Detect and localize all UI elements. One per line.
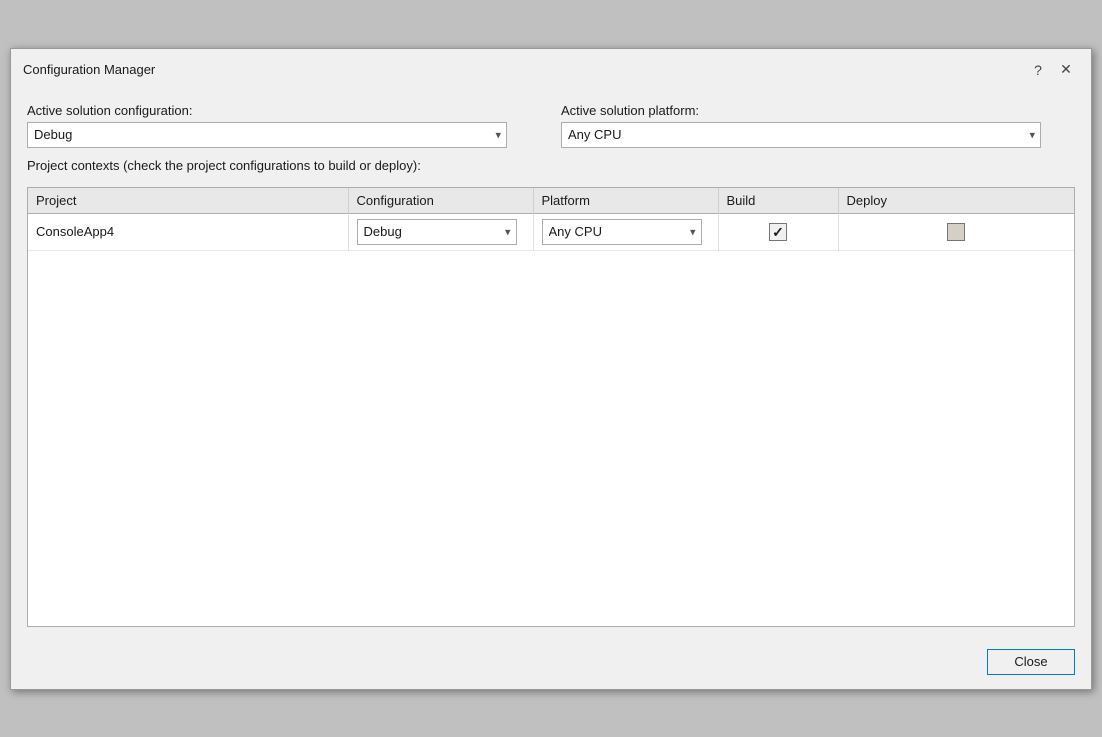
active-platform-group: Active solution platform: Any CPU x86 x6… xyxy=(561,103,1075,148)
project-table: Project Configuration Platform Build Dep xyxy=(28,188,1074,251)
build-checkbox-wrapper xyxy=(727,223,830,241)
header-deploy: Deploy xyxy=(838,188,1074,214)
table-body: ConsoleApp4 Debug Release xyxy=(28,213,1074,250)
header-project: Project xyxy=(28,188,348,214)
active-config-group: Active solution configuration: Debug Rel… xyxy=(27,103,541,148)
row-config-dropdown-wrapper: Debug Release xyxy=(357,219,517,245)
cell-platform: Any CPU x86 x64 xyxy=(533,213,718,250)
cell-build xyxy=(718,213,838,250)
cell-deploy xyxy=(838,213,1074,250)
header-configuration: Configuration xyxy=(348,188,533,214)
dialog-title: Configuration Manager xyxy=(23,62,155,77)
cell-project: ConsoleApp4 xyxy=(28,213,348,250)
top-section: Active solution configuration: Debug Rel… xyxy=(27,103,1075,148)
row-config-dropdown[interactable]: Debug Release xyxy=(357,219,517,245)
active-config-dropdown[interactable]: Debug Release xyxy=(27,122,507,148)
header-row: Project Configuration Platform Build Dep xyxy=(28,188,1074,214)
active-platform-dropdown[interactable]: Any CPU x86 x64 xyxy=(561,122,1041,148)
close-title-button[interactable]: ✕ xyxy=(1053,59,1079,81)
row-platform-dropdown-wrapper: Any CPU x86 x64 xyxy=(542,219,702,245)
active-platform-dropdown-wrapper: Any CPU x86 x64 xyxy=(561,122,1041,148)
help-button[interactable]: ? xyxy=(1025,59,1051,81)
header-build: Build xyxy=(718,188,838,214)
table-header: Project Configuration Platform Build Dep xyxy=(28,188,1074,214)
title-bar-controls: ? ✕ xyxy=(1025,59,1079,81)
table-row: ConsoleApp4 Debug Release xyxy=(28,213,1074,250)
table-container: Project Configuration Platform Build Dep xyxy=(27,187,1075,627)
active-config-dropdown-wrapper: Debug Release xyxy=(27,122,507,148)
close-button[interactable]: Close xyxy=(987,649,1075,675)
active-platform-label: Active solution platform: xyxy=(561,103,1075,118)
configuration-manager-dialog: Configuration Manager ? ✕ Active solutio… xyxy=(10,48,1092,690)
build-checkbox[interactable] xyxy=(769,223,787,241)
title-bar: Configuration Manager ? ✕ xyxy=(11,49,1091,89)
deploy-checkbox-wrapper xyxy=(847,223,1067,241)
row-platform-dropdown[interactable]: Any CPU x86 x64 xyxy=(542,219,702,245)
header-platform: Platform xyxy=(533,188,718,214)
deploy-checkbox[interactable] xyxy=(947,223,965,241)
footer: Close xyxy=(11,643,1091,689)
cell-configuration: Debug Release xyxy=(348,213,533,250)
dialog-body: Active solution configuration: Debug Rel… xyxy=(11,89,1091,643)
project-contexts-label: Project contexts (check the project conf… xyxy=(27,158,1075,173)
active-config-label: Active solution configuration: xyxy=(27,103,541,118)
